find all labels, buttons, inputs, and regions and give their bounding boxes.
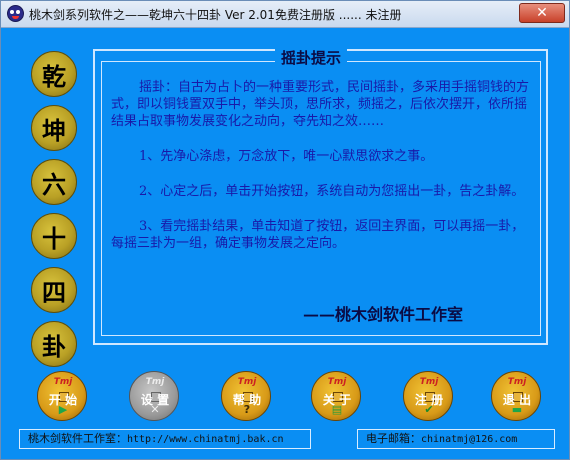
tmj-logo: Tmj xyxy=(327,377,347,387)
exit-arrow-icon: ▬ xyxy=(511,403,523,416)
exit-button[interactable]: Tmj 退 出 ▬ xyxy=(491,371,541,421)
about-button[interactable]: Tmj 关 于 ▤ xyxy=(311,371,361,421)
app-window: 桃木剑系列软件之——乾坤六十四卦 Ver 2.01免费注册版 ...... 未注… xyxy=(0,0,570,460)
tmj-logo: Tmj xyxy=(237,377,257,387)
studio-signature: ——桃木剑软件工作室 xyxy=(303,305,464,324)
help-button[interactable]: Tmj 帮 助 ? xyxy=(221,371,271,421)
studio-label: 桃木剑软件工作室： xyxy=(28,432,127,445)
title-bar: 桃木剑系列软件之——乾坤六十四卦 Ver 2.01免费注册版 ...... 未注… xyxy=(1,1,569,28)
side-char-gua: 卦 xyxy=(31,321,77,367)
tip-item-2: 2、心定之后，单击开始按钮，系统自动为您摇出一卦，告之卦解。 xyxy=(139,184,525,199)
website-status: 桃木剑软件工作室：http://www.chinatmj.bak.cn xyxy=(19,429,311,449)
side-char-liu: 六 xyxy=(31,159,77,205)
side-char-si: 四 xyxy=(31,267,77,313)
side-char-kun: 坤 xyxy=(31,105,77,151)
question-icon: ? xyxy=(243,403,251,416)
tmj-logo: Tmj xyxy=(53,377,73,387)
play-icon: ▶ xyxy=(58,403,68,416)
main-body: 乾 坤 六 十 四 卦 摇卦提示 摇卦：自古为占卜的一种重要形式，民间摇卦，多采… xyxy=(7,29,563,452)
register-button[interactable]: Tmj 注 册 ✔ xyxy=(403,371,453,421)
window-title: 桃木剑系列软件之——乾坤六十四卦 Ver 2.01免费注册版 ...... 未注… xyxy=(29,8,402,22)
settings-button[interactable]: Tmj 设 置 ✕ xyxy=(129,371,179,421)
tip-item-3: 3、看完摇卦结果，单击知道了按钮，返回主界面，可以再摇一卦，每摇三卦为一组，确定… xyxy=(111,219,525,251)
side-char-qian: 乾 xyxy=(31,51,77,97)
tip-item-1: 1、先净心涤虑，万念放下，唯一心默思欲求之事。 xyxy=(139,149,434,164)
tmj-logo: Tmj xyxy=(145,377,165,387)
button-row: Tmj 开 始 ▶ Tmj 设 置 ✕ Tmj 帮 助 ? Tmj 关 于 ▤ … xyxy=(7,371,563,427)
email-label: 电子邮箱： xyxy=(366,432,421,445)
close-button[interactable]: ✕ xyxy=(519,3,565,23)
email-status: 电子邮箱：chinatmj@126.com xyxy=(357,429,555,449)
intro-text: 摇卦：自古为占卜的一种重要形式，民间摇卦，多采用手摇铜钱的方式，即以铜钱置双手中… xyxy=(111,80,530,129)
side-char-shi: 十 xyxy=(31,213,77,259)
panel-title: 摇卦提示 xyxy=(275,47,348,68)
tmj-logo: Tmj xyxy=(419,377,439,387)
website-link[interactable]: http://www.chinatmj.bak.cn xyxy=(127,434,284,445)
tips-content: 摇卦：自古为占卜的一种重要形式，民间摇卦，多采用手摇铜钱的方式，即以铜钱置双手中… xyxy=(111,79,531,252)
start-button[interactable]: Tmj 开 始 ▶ xyxy=(37,371,87,421)
tools-icon: ✕ xyxy=(150,403,160,416)
checkmark-icon: ✔ xyxy=(424,403,434,416)
app-icon xyxy=(7,5,24,22)
tmj-logo: Tmj xyxy=(507,377,527,387)
email-link[interactable]: chinatmj@126.com xyxy=(421,434,517,445)
info-icon: ▤ xyxy=(331,403,343,416)
